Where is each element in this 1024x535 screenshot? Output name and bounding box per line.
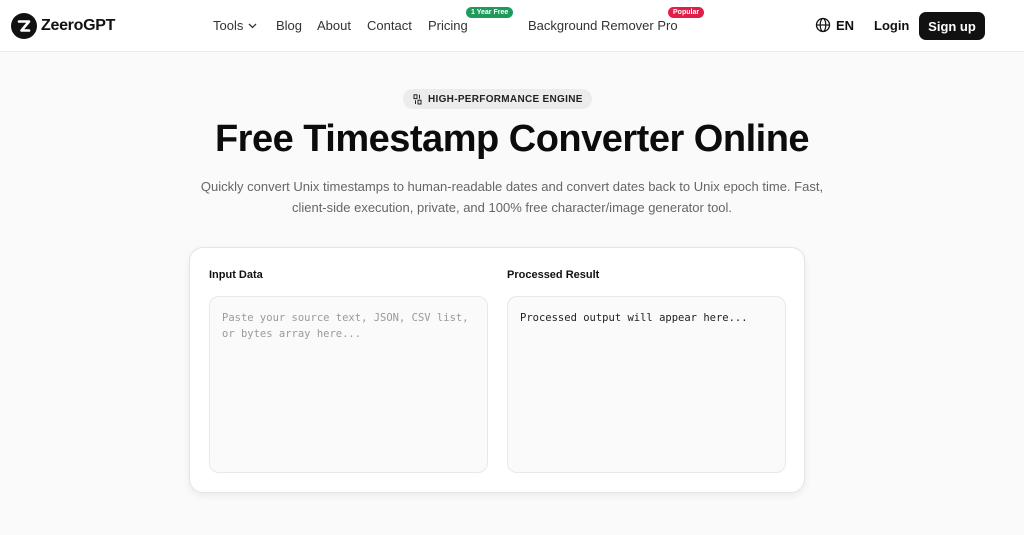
nav-background-remover[interactable]: Background Remover Pro (528, 18, 678, 33)
converter-card: Input Data Processed Result Processed ou… (189, 247, 805, 493)
pricing-badge: 1 Year Free (466, 7, 514, 18)
signup-button[interactable]: Sign up (919, 12, 985, 40)
logo[interactable]: ZeeroGPT (11, 13, 115, 39)
site-header: ZeeroGPT Tools Blog About Contact Pricin… (0, 0, 1024, 52)
nav-about[interactable]: About (317, 18, 351, 33)
output-panel: Processed output will appear here... (507, 296, 786, 473)
input-label: Input Data (209, 269, 263, 281)
login-link[interactable]: Login (874, 18, 909, 33)
nav-tools-label: Tools (213, 18, 244, 33)
z-logo-icon (11, 13, 37, 39)
sort-numbers-icon (413, 93, 422, 105)
output-label: Processed Result (507, 269, 600, 281)
brand-name: ZeeroGPT (41, 17, 116, 34)
language-selector[interactable]: EN (815, 17, 854, 33)
globe-icon (815, 17, 831, 33)
chevron-down-icon (248, 23, 257, 29)
nav-tools[interactable]: Tools (213, 18, 257, 33)
page-title: Free Timestamp Converter Online (214, 118, 810, 160)
nav-contact[interactable]: Contact (367, 18, 412, 33)
input-textarea[interactable] (209, 296, 488, 473)
page-subtitle: Quickly convert Unix timestamps to human… (200, 179, 824, 215)
feature-badge-label: HIGH-PERFORMANCE ENGINE (428, 93, 583, 105)
feature-badge: HIGH-PERFORMANCE ENGINE (403, 89, 592, 109)
nav-pricing[interactable]: Pricing (428, 18, 468, 33)
language-label: EN (836, 17, 855, 33)
popular-badge: Popular (668, 7, 705, 18)
nav-blog[interactable]: Blog (276, 18, 302, 33)
